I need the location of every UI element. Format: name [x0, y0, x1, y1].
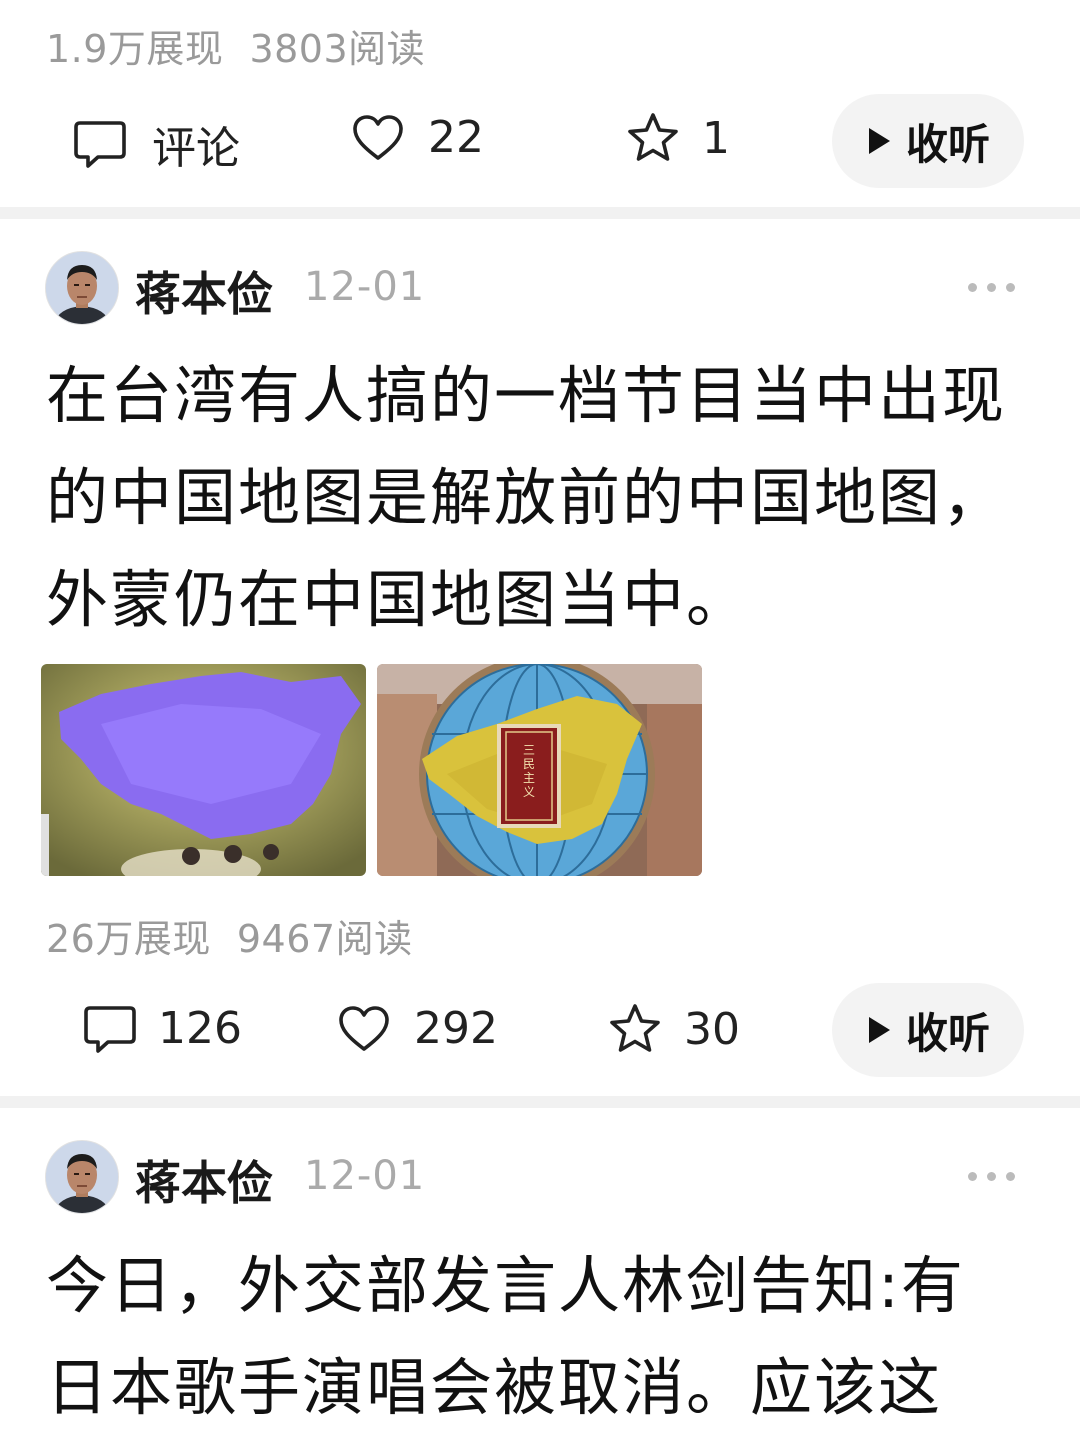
post-separator — [0, 1096, 1080, 1108]
comment-count: 126 — [158, 1003, 242, 1054]
favorite-button[interactable]: 1 — [626, 112, 730, 164]
post-text-line: 日本歌手演唱会被取消。应该这 — [46, 1351, 943, 1424]
post-separator — [0, 207, 1080, 219]
avatar[interactable] — [45, 1140, 119, 1214]
post-text-line: 外蒙仍在中国地图当中。 — [46, 563, 751, 636]
comment-icon — [74, 119, 126, 169]
svg-text:民: 民 — [523, 757, 535, 771]
author-name[interactable]: 蒋本俭 — [135, 1147, 273, 1213]
listen-label: 收听 — [905, 1008, 990, 1058]
post2-stats: 26万展现 9467阅读 — [46, 908, 413, 963]
star-icon — [608, 1003, 662, 1055]
listen-button[interactable]: 收听 — [832, 983, 1024, 1077]
play-icon — [866, 117, 892, 166]
favorite-count: 1 — [702, 112, 730, 164]
impressions-count: 1.9万展现 — [46, 27, 224, 71]
more-options-icon[interactable] — [968, 1172, 1015, 1181]
like-button[interactable]: 22 — [352, 112, 484, 163]
reads-count: 3803阅读 — [249, 27, 426, 71]
avatar[interactable] — [45, 251, 119, 325]
favorite-count: 30 — [684, 1003, 740, 1055]
listen-label: 收听 — [905, 119, 990, 169]
like-button[interactable]: 292 — [338, 1003, 498, 1054]
comment-button[interactable]: 评论 — [74, 112, 240, 176]
impressions-count: 26万展现 — [46, 917, 211, 961]
star-icon — [626, 112, 680, 164]
heart-icon — [352, 114, 404, 162]
favorite-button[interactable]: 30 — [608, 1003, 740, 1055]
svg-text:主: 主 — [523, 771, 535, 785]
listen-button[interactable]: 收听 — [832, 94, 1024, 188]
like-count: 292 — [414, 1003, 498, 1054]
purple-china-map-image[interactable] — [41, 664, 366, 876]
post-date: 12-01 — [304, 1153, 426, 1199]
reads-count: 9467阅读 — [236, 917, 413, 961]
like-count: 22 — [428, 112, 484, 163]
author-name[interactable]: 蒋本俭 — [135, 258, 273, 324]
post-text-line: 今日，外交部发言人林剑告知:有 — [46, 1249, 965, 1322]
svg-text:义: 义 — [523, 785, 535, 799]
post1-stats: 1.9万展现 3803阅读 — [46, 18, 425, 73]
globe-china-map-image[interactable]: 三 民 主 义 — [377, 664, 702, 876]
post-text-line: 在台湾有人搞的一档节目当中出现 — [46, 359, 1007, 432]
post-date: 12-01 — [304, 264, 426, 310]
post-body[interactable]: 在台湾有人搞的一档节目当中出现 的中国地图是解放前的中国地图， 外蒙仍在中国地图… — [46, 345, 1046, 651]
comment-button[interactable]: 126 — [84, 1003, 242, 1054]
more-options-icon[interactable] — [968, 283, 1015, 292]
post-text-line: 的中国地图是解放前的中国地图， — [46, 461, 1007, 534]
comment-label: 评论 — [152, 123, 240, 174]
comment-icon — [84, 1004, 136, 1054]
heart-icon — [338, 1005, 390, 1053]
post-body[interactable]: 今日，外交部发言人林剑告知:有 日本歌手演唱会被取消。应该这 — [46, 1235, 1046, 1439]
play-icon — [866, 1006, 892, 1055]
book-title: 三 — [523, 743, 535, 757]
